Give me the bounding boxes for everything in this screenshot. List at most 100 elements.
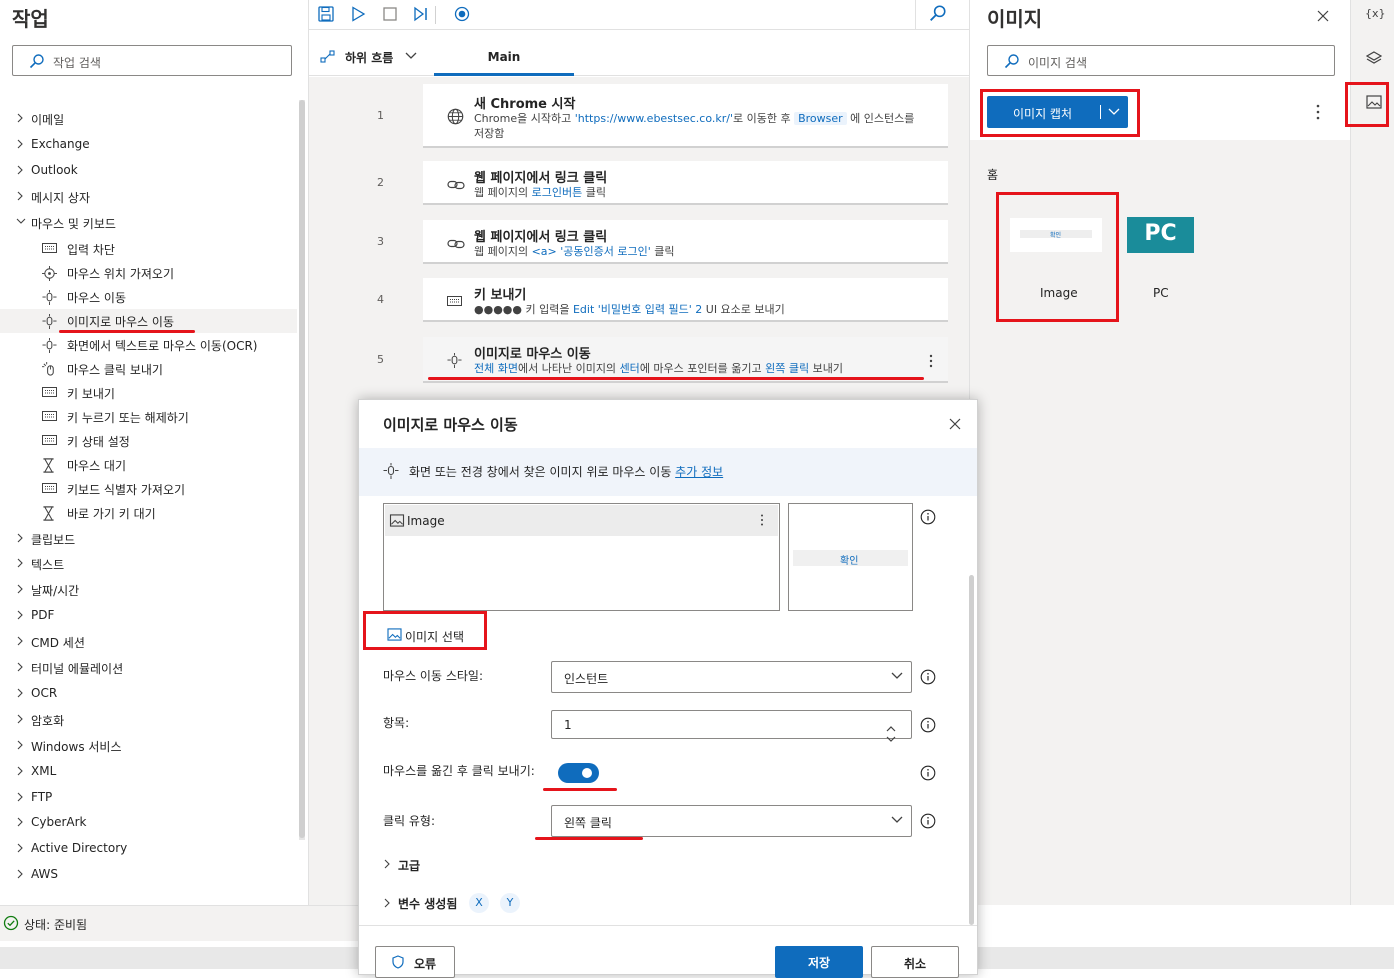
tree-group-outlook[interactable]: Outlook	[0, 159, 297, 183]
action-item[interactable]: 키 누르기 또는 해제하기	[0, 405, 297, 429]
step-next-icon[interactable]	[412, 5, 430, 23]
crosshair-icon	[42, 265, 57, 281]
preview-text: 확인	[840, 556, 859, 567]
chevron-right-icon	[16, 792, 24, 802]
step-value: 로그인버튼	[531, 186, 583, 199]
chevron-right-icon	[16, 533, 24, 543]
tree-group-g3[interactable]: 메시지 상자	[0, 185, 297, 209]
select-image-highlight	[363, 611, 487, 650]
move-style-dropdown[interactable]: 인스턴트	[551, 661, 912, 693]
action-item-label: 화면에서 텍스트로 마우스 이동(OCR)	[67, 338, 258, 353]
tree-group-exchange[interactable]: Exchange	[0, 133, 297, 157]
subflow-dropdown[interactable]: 하위 흐름	[345, 49, 393, 66]
tree-group-xml[interactable]: XML	[0, 760, 297, 784]
occurrence-stepper[interactable]: 1	[551, 710, 912, 742]
flow-step-card[interactable]: 새 Chrome 시작 Chrome을 시작하고 'https://www.eb…	[423, 84, 948, 148]
on-error-button[interactable]: 오류	[375, 946, 455, 978]
info-icon[interactable]	[920, 717, 936, 733]
tree-group-label: 터미널 에뮬레이션	[31, 662, 124, 676]
run-icon[interactable]	[349, 5, 367, 23]
tree-group-g6[interactable]: 텍스트	[0, 552, 297, 576]
more-vertical-icon[interactable]	[929, 354, 933, 368]
action-item[interactable]: 키 보내기	[0, 381, 297, 405]
image-list[interactable]: Image	[383, 503, 780, 611]
info-icon[interactable]	[920, 509, 936, 525]
action-item[interactable]: 바로 가기 키 대기	[0, 501, 297, 525]
info-icon[interactable]	[920, 669, 936, 685]
advanced-expander[interactable]: 고급	[383, 855, 503, 875]
actions-scrollbar[interactable]	[299, 100, 305, 840]
click-type-dropdown[interactable]: 왼쪽 클릭	[551, 805, 912, 837]
tab-main[interactable]: Main	[434, 39, 574, 76]
pc-thumbnail[interactable]: PC	[1127, 217, 1194, 253]
action-item[interactable]: 마우스 대기	[0, 453, 297, 477]
flow-step-card[interactable]: 키 보내기 ●●●●● 키 입력을 Edit '비밀번호 입력 필드' 2 UI…	[423, 278, 948, 322]
tree-group-g10[interactable]: 터미널 에뮬레이션	[0, 656, 297, 680]
chevron-right-icon	[383, 859, 391, 869]
keyboard-icon	[42, 482, 57, 494]
action-item[interactable]: 마우스 위치 가져오기	[0, 261, 297, 285]
stop-icon[interactable]	[381, 5, 399, 23]
action-item-label: 키 누르기 또는 해제하기	[67, 410, 189, 425]
more-vertical-icon[interactable]	[1316, 104, 1320, 120]
action-item[interactable]: 화면에서 텍스트로 마우스 이동(OCR)	[0, 333, 297, 357]
tree-group-label: 암호화	[31, 713, 65, 728]
chevron-right-icon	[16, 869, 24, 879]
action-item[interactable]: 이미지로 마우스 이동	[0, 308, 297, 333]
tree-group-ftp[interactable]: FTP	[0, 786, 297, 810]
action-item[interactable]: 마우스 이동	[0, 285, 297, 309]
action-item[interactable]: 마우스 클릭 보내기	[0, 357, 297, 381]
cancel-button[interactable]: 취소	[871, 946, 959, 978]
images-search-input[interactable]: 이미지 검색	[987, 45, 1335, 76]
info-icon[interactable]	[920, 765, 936, 781]
step-title: 웹 페이지에서 링크 클릭	[474, 171, 608, 186]
close-icon[interactable]	[949, 418, 961, 430]
image-icon	[389, 514, 405, 527]
close-icon[interactable]	[1317, 10, 1329, 22]
tree-group-g7[interactable]: 날짜/시간	[0, 578, 297, 602]
more-info-link[interactable]: 추가 정보	[675, 465, 723, 479]
save-icon[interactable]	[317, 5, 335, 23]
step-description: ●●●●● 키 입력을 Edit '비밀번호 입력 필드' 2 UI 요소로 보…	[474, 302, 919, 317]
dialog-scrollbar[interactable]	[969, 575, 974, 925]
layers-icon[interactable]	[1366, 50, 1382, 66]
vars-expander[interactable]: 변수 생성됨 X Y	[383, 893, 543, 915]
variable-x-chip[interactable]: X	[469, 893, 489, 913]
tree-group-g0[interactable]: 이메일	[0, 107, 297, 131]
chevron-down-icon[interactable]	[405, 52, 417, 60]
action-item-label: 바로 가기 키 대기	[67, 506, 156, 521]
tree-group-pdf[interactable]: PDF	[0, 604, 297, 628]
tree-group-label: FTP	[31, 789, 53, 804]
action-item[interactable]: 입력 차단	[0, 237, 297, 261]
tree-group-aws[interactable]: AWS	[0, 863, 297, 887]
tree-group-g5[interactable]: 클립보드	[0, 527, 297, 551]
variable-chip: Browser	[794, 112, 847, 125]
tree-group-g4[interactable]: 마우스 및 키보드	[0, 211, 297, 235]
tree-group-cyberark[interactable]: CyberArk	[0, 811, 297, 835]
tree-group-g12[interactable]: 암호화	[0, 708, 297, 732]
tree-group-ocr[interactable]: OCR	[0, 682, 297, 706]
more-vertical-icon[interactable]	[760, 514, 764, 526]
toggle-underline	[543, 788, 617, 791]
action-item[interactable]: 키보드 식별자 가져오기	[0, 477, 297, 501]
actions-search-input[interactable]: 작업 검색	[12, 45, 292, 76]
tree-group-cmd[interactable]: CMD 세션	[0, 630, 297, 654]
action-item[interactable]: 키 상태 설정	[0, 429, 297, 453]
step-text: 보내기	[809, 362, 843, 375]
info-icon[interactable]	[920, 813, 936, 829]
search-icon[interactable]	[929, 4, 947, 22]
image-list-item[interactable]: Image	[385, 505, 778, 536]
dialog-info-bar: 화면 또는 전경 창에서 찾은 이미지 위로 마우스 이동 추가 정보	[359, 448, 977, 496]
flow-step-card[interactable]: 웹 페이지에서 링크 클릭 웹 페이지의 <a> '공동인증서 로그인' 클릭	[423, 220, 948, 264]
step-title: 이미지로 마우스 이동	[474, 347, 591, 362]
step-value: 전체 화면	[474, 362, 518, 375]
variables-icon[interactable]: {x}	[1365, 7, 1386, 20]
flow-step-card[interactable]: 웹 페이지에서 링크 클릭 웹 페이지의 로그인버튼 클릭	[423, 161, 948, 205]
images-title: 이미지	[987, 7, 1043, 31]
send-click-toggle[interactable]	[558, 763, 599, 783]
tree-group-windows[interactable]: Windows 서비스	[0, 734, 297, 758]
variable-y-chip[interactable]: Y	[500, 893, 520, 913]
save-button[interactable]: 저장	[775, 946, 863, 978]
record-icon[interactable]	[453, 5, 471, 23]
tree-group-active-directory[interactable]: Active Directory	[0, 837, 297, 861]
